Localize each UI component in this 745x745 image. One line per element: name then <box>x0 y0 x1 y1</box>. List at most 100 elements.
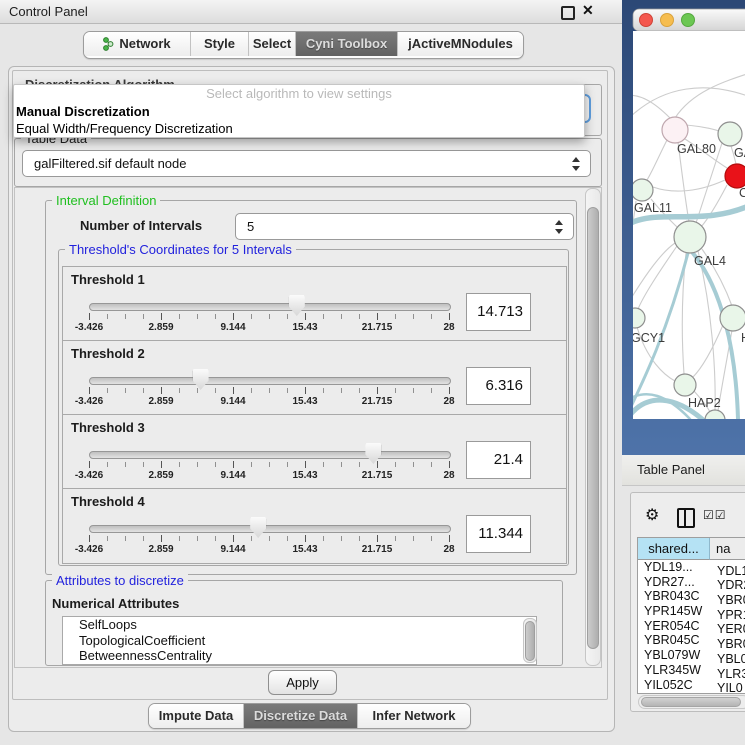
network-node-gal80[interactable] <box>662 117 688 143</box>
dropdown-option-manual[interactable]: Manual Discretization <box>14 103 584 120</box>
table-row[interactable]: YPR145WYPR1 <box>638 604 745 619</box>
list-item[interactable]: TopologicalCoefficient <box>63 633 536 649</box>
slider-tick <box>143 314 144 319</box>
slider-thumb[interactable] <box>250 517 266 538</box>
slider-tick <box>125 314 126 319</box>
table-rows: YDL19...YDL1YDR27...YDR2YBR043CYBR0YPR14… <box>638 560 745 693</box>
network-node-ga[interactable] <box>718 122 742 146</box>
cell-shared-name[interactable]: YLR345W <box>638 663 709 678</box>
slider-tick <box>233 535 234 542</box>
bottom-tab-bar: Impute DataDiscretize DataInfer Network <box>148 703 471 729</box>
split-columns-icon[interactable] <box>677 508 695 528</box>
slider-track[interactable] <box>89 451 451 459</box>
table-row[interactable]: YDR27...YDR2 <box>638 575 745 590</box>
num-intervals-spinner[interactable]: 5 <box>235 213 574 240</box>
tab-select[interactable]: Select <box>249 32 296 56</box>
vertical-scrollbar[interactable] <box>585 188 601 666</box>
slider-tick <box>269 536 270 541</box>
slider-tick <box>125 536 126 541</box>
network-node-c[interactable] <box>725 164 745 188</box>
cell-shared-name[interactable]: YBR045C <box>638 633 709 648</box>
tab-jactivemnodules[interactable]: jActiveMNodules <box>398 32 523 56</box>
slider-tick-label: 15.43 <box>292 396 317 407</box>
tab-network[interactable]: Network <box>84 32 191 56</box>
list-item[interactable]: SelfLoops <box>63 617 536 633</box>
algorithm-dropdown-popup: Select algorithm to view settings Manual… <box>13 84 585 138</box>
table-row[interactable]: YBR045CYBR0 <box>638 633 745 648</box>
table-data-value: galFiltered.sif default node <box>34 151 186 176</box>
slider-thumb[interactable] <box>289 295 305 316</box>
cell-name[interactable]: YIL0 <box>709 681 743 693</box>
threshold-value-box[interactable]: 14.713 <box>466 293 531 331</box>
table-row[interactable]: YIL052CYIL0 <box>638 678 745 693</box>
slider-tick-label: 15.43 <box>292 470 317 481</box>
threshold-value-box[interactable]: 11.344 <box>466 515 531 553</box>
slider-track[interactable] <box>89 303 451 311</box>
stepper-arrows-icon <box>572 157 581 171</box>
table-horizontal-scrollbar-thumb[interactable] <box>641 697 741 707</box>
cell-shared-name[interactable]: YDR27... <box>638 575 709 590</box>
cell-shared-name[interactable]: YBL079W <box>638 648 709 663</box>
threshold-value-box[interactable]: 6.316 <box>466 367 531 405</box>
cell-shared-name[interactable]: YDL19... <box>638 560 709 575</box>
table-row[interactable]: YBL079WYBL0 <box>638 648 745 663</box>
tab-impute-data[interactable]: Impute Data <box>149 704 244 728</box>
slider-tick <box>143 462 144 467</box>
network-view-window[interactable]: GAL80GACGAL11GAL4GCY1HHAP2 <box>622 0 745 455</box>
table-row[interactable]: YLR345WYLR3 <box>638 663 745 678</box>
tab-discretize-data[interactable]: Discretize Data <box>244 704 358 728</box>
float-window-icon[interactable] <box>561 6 575 20</box>
table-row[interactable]: YBR043CYBR0 <box>638 589 745 604</box>
column-header-shared-name[interactable]: shared... <box>638 538 710 560</box>
threshold-value-box[interactable]: 21.4 <box>466 441 531 479</box>
slider-track[interactable] <box>89 377 451 385</box>
close-icon[interactable]: ✕ <box>582 2 594 19</box>
slider-tick-label: 15.43 <box>292 544 317 555</box>
table-data-combobox[interactable]: galFiltered.sif default node <box>22 150 591 177</box>
slider-track[interactable] <box>89 525 451 533</box>
numerical-attributes-list[interactable]: SelfLoopsTopologicalCoefficientBetweenne… <box>62 616 537 665</box>
cell-shared-name[interactable]: YIL052C <box>638 678 709 693</box>
table-horizontal-scrollbar[interactable] <box>638 695 745 709</box>
minimize-button-icon[interactable] <box>661 14 674 27</box>
slider-tick-label: 2.859 <box>148 396 173 407</box>
slider-tick <box>125 388 126 393</box>
slider-tick <box>449 535 450 542</box>
select-columns-icon[interactable]: ☑☑ <box>703 508 727 522</box>
attributes-scrollbar[interactable] <box>523 618 537 663</box>
close-button-icon[interactable] <box>640 14 653 27</box>
network-node-hap2[interactable] <box>674 374 696 396</box>
gear-icon[interactable]: ⚙ <box>645 505 659 525</box>
slider-tick <box>161 535 162 542</box>
column-header-name[interactable]: na <box>710 538 745 560</box>
tab-style[interactable]: Style <box>191 32 249 56</box>
tab-cyni-toolbox[interactable]: Cyni Toolbox <box>296 32 398 56</box>
network-canvas[interactable]: GAL80GACGAL11GAL4GCY1HHAP2 <box>622 0 745 455</box>
cell-shared-name[interactable]: YER054C <box>638 619 709 634</box>
slider-tick-label: 9.144 <box>220 544 245 555</box>
tab-infer-network[interactable]: Infer Network <box>358 704 470 728</box>
slider-tick <box>215 536 216 541</box>
cell-shared-name[interactable]: YBR043C <box>638 589 709 604</box>
slider-tick-label: 28 <box>443 470 454 481</box>
slider-tick <box>287 388 288 393</box>
slider-thumb[interactable] <box>193 369 209 390</box>
network-node-gal4[interactable] <box>674 221 706 253</box>
cell-shared-name[interactable]: YPR145W <box>638 604 709 619</box>
table-row[interactable]: YDL19...YDL1 <box>638 560 745 575</box>
attributes-scrollbar-thumb[interactable] <box>525 621 535 661</box>
threshold-title: Threshold 2 <box>71 346 145 361</box>
network-node-h[interactable] <box>720 305 745 331</box>
table-row[interactable]: YER054CYER0 <box>638 619 745 634</box>
network-node-gal11[interactable] <box>631 179 653 201</box>
dropdown-option-equal-width[interactable]: Equal Width/Frequency Discretization <box>14 120 584 137</box>
apply-button[interactable]: Apply <box>268 670 337 695</box>
vertical-scrollbar-thumb[interactable] <box>587 207 599 649</box>
slider-tick <box>107 314 108 319</box>
zoom-button-icon[interactable] <box>682 14 695 27</box>
slider-thumb[interactable] <box>365 443 381 464</box>
list-item[interactable]: BetweennessCentrality <box>63 648 536 664</box>
slider-tick <box>413 536 414 541</box>
node-label: GAL80 <box>677 142 716 156</box>
dropdown-prompt[interactable]: Select algorithm to view settings <box>14 85 584 103</box>
